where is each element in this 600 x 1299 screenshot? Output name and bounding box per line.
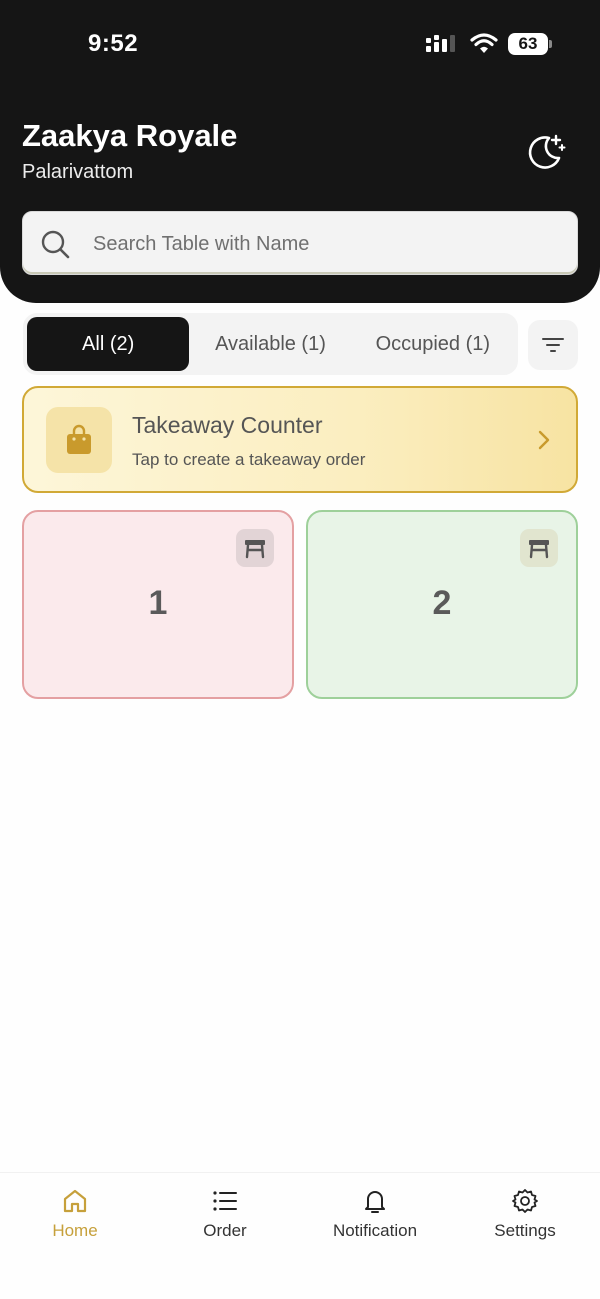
table-icon xyxy=(245,540,265,559)
battery-indicator: 63 xyxy=(508,33,552,55)
app-screen: 9:52 63 Zaakya Royale Palarivattom Searc… xyxy=(0,0,600,1299)
status-icons: 63 xyxy=(426,30,552,58)
filter-icon xyxy=(542,338,564,352)
tab-occupied[interactable]: Occupied (1) xyxy=(352,317,514,371)
table-icon-box xyxy=(520,529,558,567)
takeaway-title: Takeaway Counter xyxy=(132,412,323,438)
nav-notification[interactable]: Notification xyxy=(300,1187,450,1257)
wifi-icon xyxy=(470,33,498,53)
cellular-signal-icon xyxy=(426,35,455,52)
status-time: 9:52 xyxy=(88,30,139,57)
restaurant-name: Zaakya Royale xyxy=(22,118,238,153)
search-bar[interactable] xyxy=(22,211,578,275)
bottom-navigation: Home Order Notification Settings xyxy=(0,1172,600,1299)
takeaway-counter-card[interactable]: Takeaway Counter Tap to create a takeawa… xyxy=(22,386,578,493)
list-icon xyxy=(213,1191,237,1211)
nav-order[interactable]: Order xyxy=(150,1187,300,1257)
tab-all[interactable]: All (2) xyxy=(27,317,190,371)
filter-tabs: All (2) Available (1) Occupied (1) xyxy=(23,313,518,375)
shopping-bag-icon-box xyxy=(46,407,112,473)
nav-home[interactable]: Home xyxy=(0,1187,150,1257)
nav-order-label: Order xyxy=(203,1221,247,1240)
nav-settings[interactable]: Settings xyxy=(450,1187,600,1257)
nav-home-label: Home xyxy=(52,1221,98,1240)
chevron-right-icon xyxy=(538,430,550,450)
takeaway-subtitle: Tap to create a takeaway order xyxy=(132,450,366,469)
tab-available[interactable]: Available (1) xyxy=(189,317,351,371)
search-input[interactable] xyxy=(93,224,563,264)
filter-button[interactable] xyxy=(528,320,578,370)
gear-icon xyxy=(512,1189,538,1213)
bell-icon xyxy=(365,1191,385,1213)
table-card-available[interactable]: 2 xyxy=(306,510,578,699)
header: 9:52 63 Zaakya Royale Palarivattom xyxy=(0,0,600,303)
shopping-bag-icon xyxy=(67,424,91,454)
table-card-occupied[interactable]: 1 xyxy=(22,510,294,699)
table-number: 1 xyxy=(148,584,168,622)
table-icon-box xyxy=(236,529,274,567)
table-icon xyxy=(529,540,549,559)
moon-stars-icon[interactable] xyxy=(525,130,567,172)
home-icon xyxy=(63,1189,87,1213)
search-icon xyxy=(41,230,70,259)
table-number: 2 xyxy=(432,584,452,622)
nav-settings-label: Settings xyxy=(494,1221,556,1240)
restaurant-location: Palarivattom xyxy=(22,161,134,183)
nav-notification-label: Notification xyxy=(332,1221,418,1240)
